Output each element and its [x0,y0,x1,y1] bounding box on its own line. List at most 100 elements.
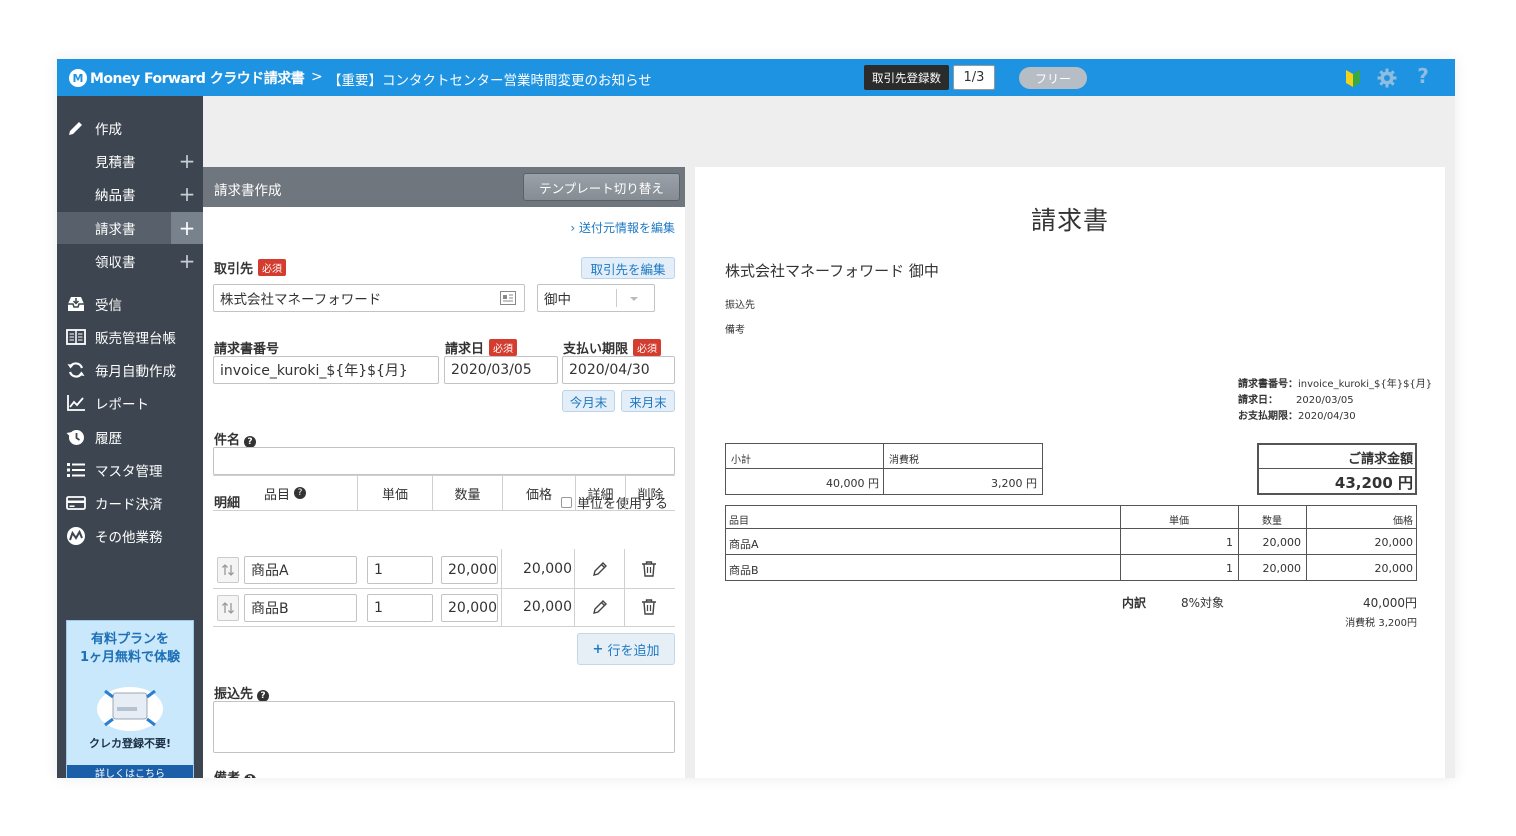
subject-label: 件名? [214,429,257,448]
required-badge: 必須 [489,339,518,356]
sidebar-item-ledger[interactable]: 販売管理台帳 [57,321,203,353]
promo-title: 有料プランを 1ヶ月無料で体験 [67,631,193,667]
row-divider [213,588,675,589]
select-divider [616,289,617,307]
add-row-button[interactable]: + 行を追加 [577,633,675,665]
item-name-input[interactable]: 商品B [244,594,357,622]
drag-handle-icon[interactable] [217,595,239,621]
preview-price: 20,000 [1374,562,1414,575]
client-input[interactable]: 株式会社マネーフォワード [213,284,525,312]
bank-textarea[interactable] [213,701,675,753]
unit-price-input[interactable]: 1 [367,594,433,622]
sidebar-item-receipt[interactable]: 領収書 + [57,245,203,277]
sidebar-item-label: 納品書 [95,188,136,204]
unit-price-input[interactable]: 1 [367,556,433,584]
pencil-icon [66,118,86,138]
box-divider [1257,468,1417,469]
card-icon [66,493,86,513]
sidebar-item-card-payment[interactable]: カード決済 [57,487,203,519]
honorific-select[interactable]: 御中 [537,284,655,312]
sidebar-item-master[interactable]: マスタ管理 [57,454,203,486]
notes-label: 備考? [214,767,257,778]
ledger-icon [66,327,86,347]
plan-badge[interactable]: フリー [1019,67,1087,89]
preview-qty: 20,000 [1262,562,1302,575]
this-month-end-button[interactable]: 今月末 [562,390,615,412]
invoice-date-input[interactable]: 2020/03/05 [444,356,558,384]
item-name-input[interactable]: 商品A [244,556,357,584]
table-divider [725,554,1417,555]
invoice-number-input[interactable]: invoice_kuroki_${年}${月} [213,356,439,384]
trash-icon[interactable] [641,598,657,620]
sidebar-item-inbox[interactable]: 受信 [57,288,203,320]
column-header-price: 価格 [502,475,575,511]
chevron-down-icon [628,292,640,308]
sidebar-item-recurring[interactable]: 毎月自動作成 [57,354,203,386]
sidebar-item-invoice[interactable]: 請求書 + [57,212,203,244]
sidebar-item-other[interactable]: その他業務 [57,520,203,552]
subject-input[interactable] [213,447,675,475]
add-receipt-plus-icon[interactable]: + [171,245,203,277]
trash-icon[interactable] [641,560,657,582]
preview-breakdown-rate: 8%対象 [1181,596,1225,610]
preview-title: 請求書 [1030,206,1109,235]
invoice-number-label: 請求書番号 [214,342,280,357]
add-quote-plus-icon[interactable]: + [171,145,203,177]
add-invoice-plus-icon[interactable]: + [171,212,203,244]
sidebar-item-create[interactable]: 作成 [57,112,203,144]
beginner-icon[interactable] [1342,67,1364,89]
gear-icon[interactable] [1376,67,1398,89]
edit-sender-link[interactable]: › 送付元情報を編集 [570,219,675,236]
edit-pencil-icon[interactable] [591,560,609,582]
client-input-value: 株式会社マネーフォワード [220,292,382,308]
meta-value: 2020/03/05 [1296,395,1354,406]
sidebar-item-quote[interactable]: 見積書 + [57,145,203,177]
address-book-icon[interactable] [500,291,516,309]
edit-client-button[interactable]: 取引先を編集 [581,257,675,279]
required-badge: 必須 [258,259,287,276]
form-header: 請求書作成 テンプレート切り替え [203,167,685,207]
meta-value: 2020/04/30 [1298,411,1356,422]
edit-pencil-icon[interactable] [591,598,609,620]
app-logo[interactable]: M Money Forward クラウド請求書 [69,68,305,88]
notice-link[interactable]: 【重要】コンタクトセンター営業時間変更のお知らせ [328,69,652,89]
preview-tax-label: 消費税 [889,455,919,466]
credit-card-icon [95,685,165,731]
sidebar-item-label: カード決済 [95,497,163,513]
history-icon [66,427,86,447]
sidebar-item-delivery[interactable]: 納品書 + [57,178,203,210]
preview-breakdown-label: 内訳 [1122,596,1147,610]
quantity-input[interactable]: 20,000 [441,556,498,584]
line-price: 20,000 [523,561,572,577]
column-divider [501,549,502,627]
add-delivery-plus-icon[interactable]: + [171,178,203,210]
logo-icon: M [69,69,87,87]
sidebar-item-report[interactable]: レポート [57,387,203,419]
quantity-input[interactable]: 20,000 [441,594,498,622]
promo-details-button[interactable]: 詳しくはこちら [67,765,193,778]
preview-item: 商品A [729,538,759,551]
form-title: 請求書作成 [214,183,282,199]
promo-line1: 有料プランを [90,632,169,647]
preview-breakdown-amount: 40,000円 [1363,596,1417,610]
bank-label: 振込先? [214,683,270,702]
due-date-input[interactable]: 2020/04/30 [562,356,675,384]
help-circle-icon[interactable]: ? [294,487,306,499]
bank-label-text: 振込先 [214,687,254,702]
refresh-icon [66,360,86,380]
promo-subtitle: クレカ登録不要! [88,737,172,750]
promo-banner[interactable]: 有料プランを 1ヶ月無料で体験 クレカ登録不要! 詳しくはこちら [66,620,194,778]
help-icon[interactable]: ? [1412,64,1434,88]
sidebar-item-history[interactable]: 履歴 [57,421,203,453]
meta-label: 請求日： [1238,395,1278,406]
logo-icon [66,526,86,546]
next-month-end-button[interactable]: 来月末 [621,390,675,412]
preview-subtotal-label: 小計 [731,455,751,466]
row-divider [213,626,675,627]
inbox-icon [66,294,86,314]
help-circle-icon[interactable]: ? [244,774,257,778]
drag-handle-icon[interactable] [217,557,239,583]
column-header-detail: 詳細 [575,475,625,511]
switch-template-button[interactable]: テンプレート切り替え [523,173,680,201]
sidebar-item-label: レポート [95,397,149,413]
